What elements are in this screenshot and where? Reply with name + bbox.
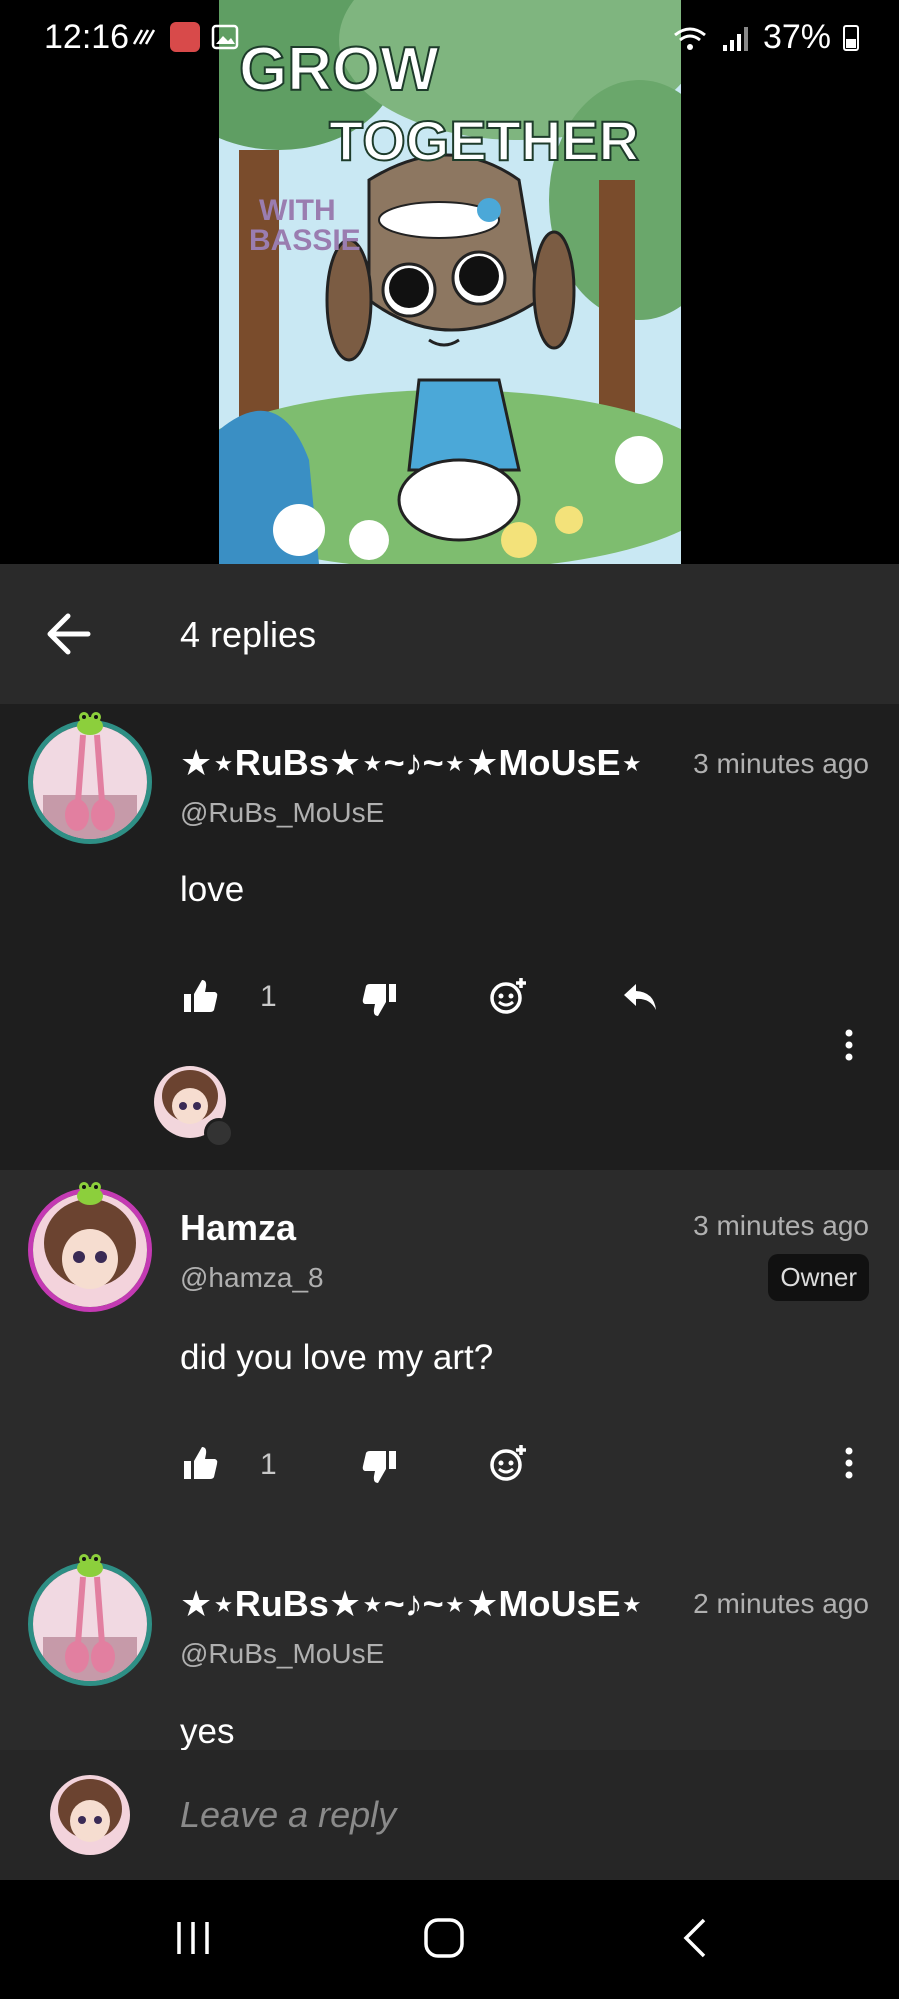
avatar[interactable]	[28, 1562, 152, 1686]
thumbs-down-icon[interactable]	[360, 980, 400, 1020]
reply-handle: @hamza_8	[180, 1262, 324, 1293]
cell-signal-icon	[722, 26, 748, 51]
artwork-thumbnail: GROW TOGETHER WITH BASSIE	[219, 0, 681, 564]
avatar-image	[33, 725, 147, 839]
add-reaction-icon[interactable]	[488, 976, 528, 1016]
more-vertical-icon[interactable]	[839, 1443, 859, 1483]
avatar-image	[33, 1193, 147, 1307]
arrow-left-icon[interactable]	[40, 604, 100, 664]
app-notification-icon	[170, 22, 200, 52]
artwork-subtitle-2: BASSIE	[249, 224, 361, 257]
thumbs-up-icon[interactable]	[180, 1443, 220, 1483]
replies-header	[0, 564, 899, 704]
reply-input[interactable]	[180, 1790, 860, 1840]
recent-apps-icon[interactable]	[163, 1908, 223, 1968]
notification-icons	[130, 22, 240, 52]
battery-icon	[843, 24, 859, 51]
frog-badge-icon	[77, 1182, 103, 1205]
reply-time: 3 minutes ago	[693, 1210, 869, 1241]
image-icon	[211, 24, 239, 50]
owner-badge: Owner	[768, 1254, 869, 1301]
back-nav-icon[interactable]	[666, 1908, 726, 1968]
avatar-image	[33, 1567, 147, 1681]
video-player[interactable]: GROW TOGETHER WITH BASSIE	[0, 0, 899, 564]
avatar-image	[50, 1775, 130, 1855]
current-user-avatar	[50, 1775, 130, 1855]
status-time: 12:16	[44, 18, 130, 56]
like-count: 1	[260, 980, 277, 1013]
artwork-subtitle-1: WITH	[259, 194, 336, 227]
comment-time: 3 minutes ago	[693, 748, 869, 779]
comment-text: love	[180, 870, 245, 909]
reply-icon[interactable]	[620, 976, 660, 1016]
reply-text: did you love my art?	[180, 1338, 494, 1377]
frog-badge-icon	[77, 712, 103, 735]
status-bar: 12:16 37%	[0, 0, 899, 80]
artwork-illustration: GROW TOGETHER WITH BASSIE	[219, 0, 681, 564]
frog-badge-icon	[77, 1554, 103, 1577]
status-right: 37%	[671, 18, 859, 57]
wifi-icon	[674, 27, 706, 50]
home-icon[interactable]	[414, 1908, 474, 1968]
reply-time: 2 minutes ago	[693, 1588, 869, 1619]
more-vertical-icon[interactable]	[839, 1025, 859, 1065]
reply-handle: @RuBs_MoUsE	[180, 1638, 385, 1669]
like-count: 1	[260, 1448, 277, 1481]
signal-activity-icon	[132, 29, 156, 45]
avatar[interactable]	[28, 1188, 152, 1312]
replies-title: 4 replies	[180, 614, 317, 655]
thumbs-down-icon[interactable]	[360, 1447, 400, 1487]
reply-username[interactable]: ★⋆RuBs★⋆~♪~⋆★MoUsE⋆	[180, 1583, 643, 1625]
comment-bubble-icon	[204, 1118, 234, 1148]
reply-username[interactable]: Hamza	[180, 1207, 296, 1249]
thumbs-up-icon[interactable]	[180, 976, 220, 1016]
comment-username[interactable]: ★⋆RuBs★⋆~♪~⋆★MoUsE⋆	[180, 742, 643, 784]
comment-handle: @RuBs_MoUsE	[180, 797, 385, 828]
reply-text: yes	[180, 1712, 235, 1751]
avatar[interactable]	[28, 720, 152, 844]
artwork-title-2: TOGETHER	[329, 109, 639, 172]
add-reaction-icon[interactable]	[488, 1443, 528, 1483]
battery-percent: 37%	[762, 18, 831, 56]
